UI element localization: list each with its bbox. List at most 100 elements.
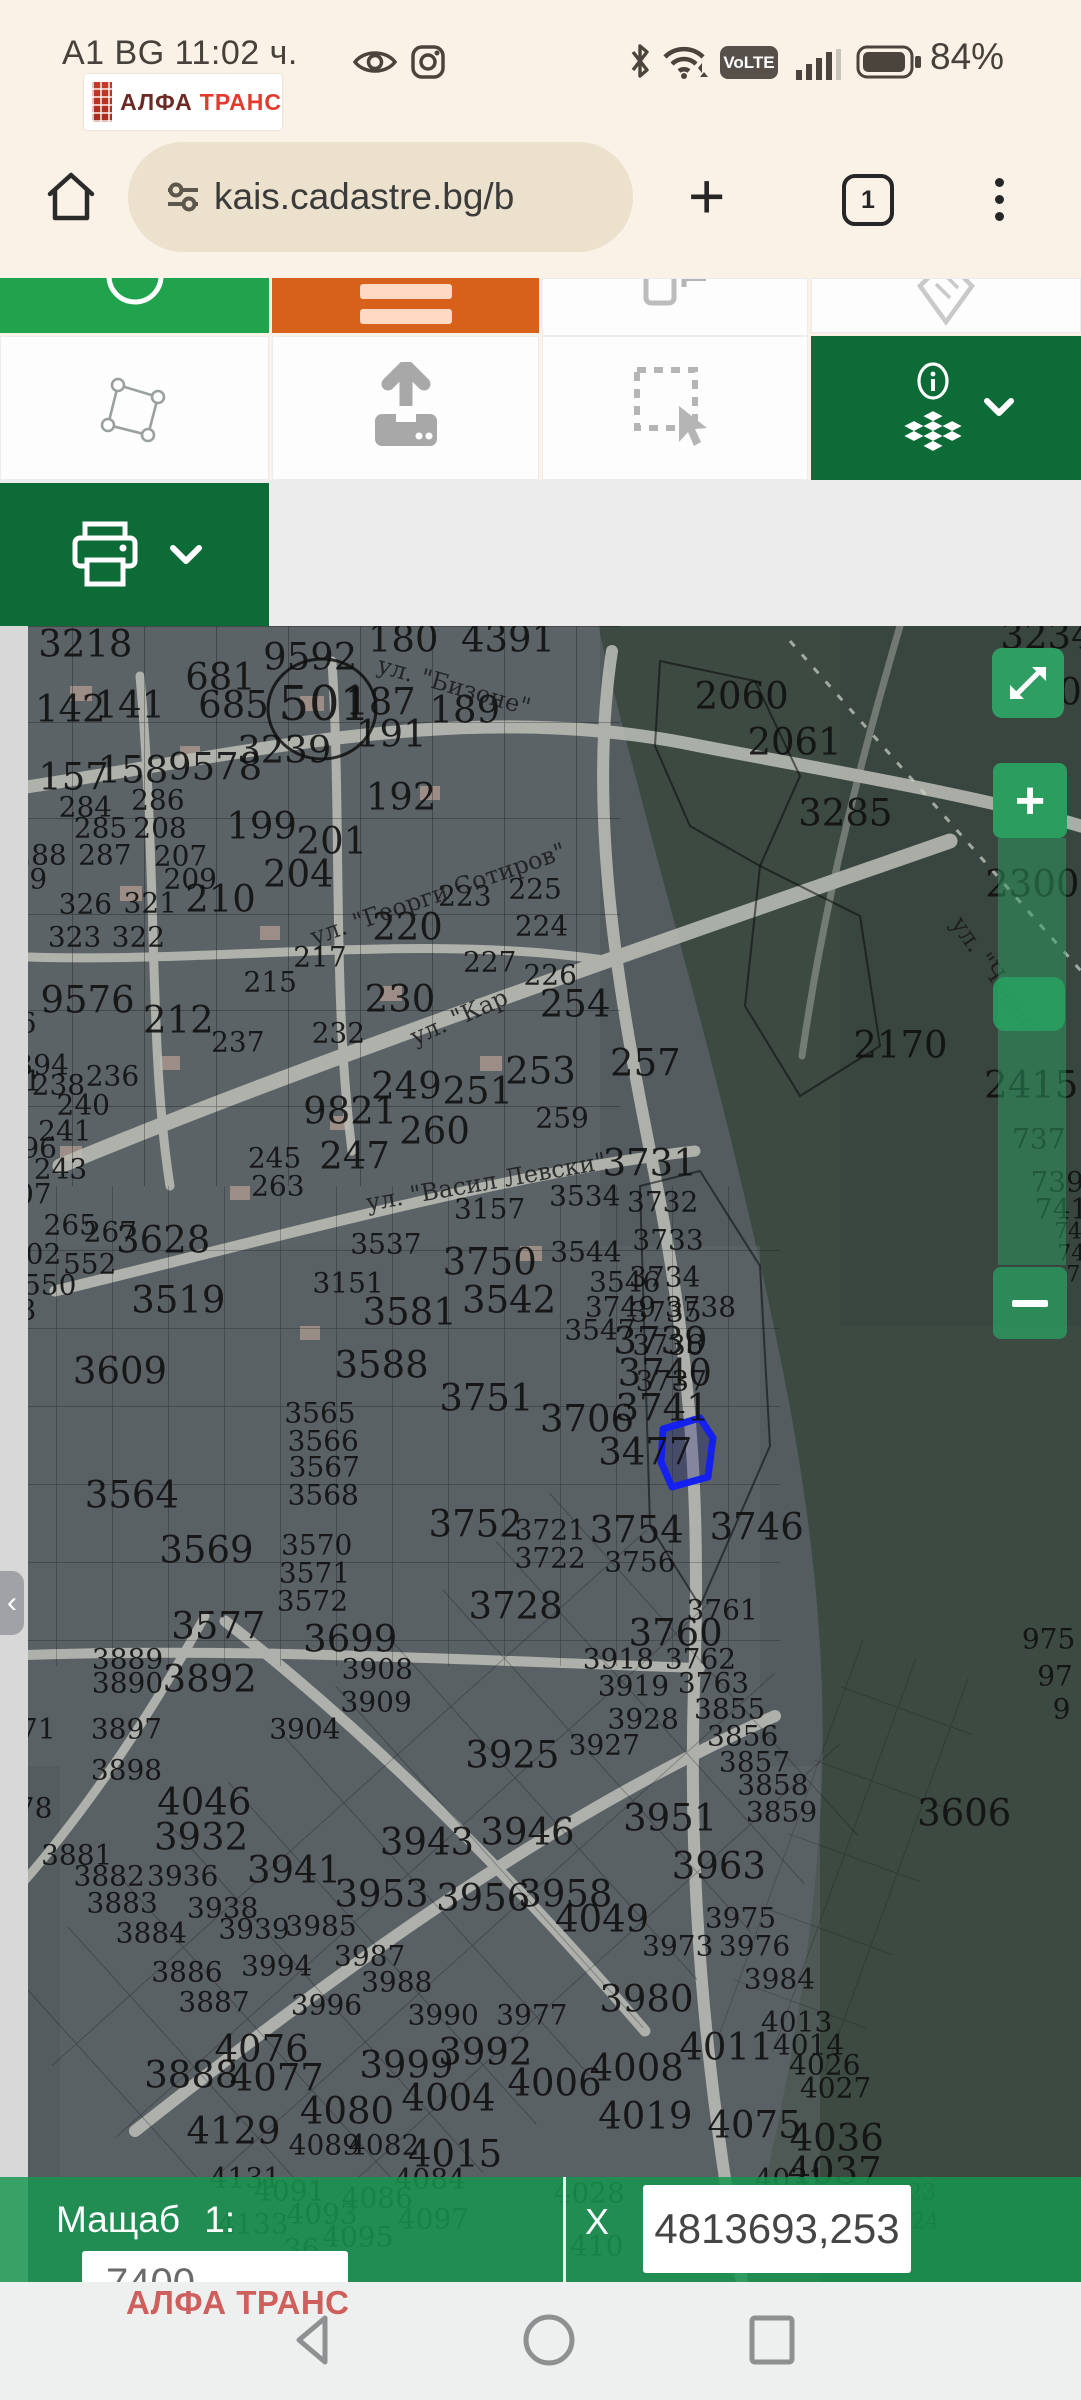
chevron-down-icon [987, 401, 1011, 413]
x-coordinate-label: X [585, 2201, 609, 2243]
parcel-label: 238 [32, 1068, 85, 1101]
tab-switcher-button[interactable]: 1 [842, 174, 894, 226]
parcel-label: 237 [211, 1025, 264, 1058]
parcel-label: 3887 [178, 1986, 249, 2019]
parcel-label: 975 [1022, 1623, 1075, 1656]
parcel-labels-layer: 3218180439195926815011421416851871891913… [0, 626, 1081, 2282]
parcel-label: 3990 [408, 1999, 479, 2032]
parcel-label: 3886 [151, 1956, 222, 1989]
zoom-slider-track[interactable] [998, 838, 1066, 1265]
parcel-label: 3888 [144, 2054, 238, 2097]
parcel-label: 253 [505, 1050, 576, 1093]
zoom-slider-handle[interactable] [993, 977, 1065, 1031]
marquee-select-icon [627, 360, 723, 456]
parcel-label: 7 [1066, 1263, 1080, 1288]
x-coordinate-input[interactable]: 4813693,253 [643, 2185, 911, 2273]
full-extent-button[interactable] [992, 648, 1064, 718]
panel-expand-handle[interactable]: ‹ [0, 1571, 24, 1635]
parcel-label: 3537 [350, 1227, 421, 1260]
print-row [0, 480, 1081, 626]
parcel-label: 3919 [598, 1669, 669, 1702]
parcel-label: 322 [112, 921, 165, 954]
scale-coordinate-bar: Мащаб 1: 7400 X 4813693,253 [0, 2177, 1081, 2282]
bluetooth-icon [628, 42, 652, 80]
print-button[interactable] [0, 483, 269, 626]
battery-percentage: 84% [930, 36, 1004, 78]
parcel-label: 3963 [672, 1845, 766, 1888]
polygon-icon [92, 365, 178, 451]
browser-menu-button[interactable] [995, 170, 1005, 229]
building-icon [92, 82, 112, 122]
parcel-label: 3976 [719, 1929, 790, 1962]
map-canvas[interactable]: 3218180439195926815011421416851871891913… [0, 626, 1081, 2282]
toolbar-report-button[interactable] [542, 278, 808, 336]
parcel-label: 3733 [632, 1224, 703, 1257]
parcel-label: 4019 [598, 2095, 692, 2138]
parcel-label: 4129 [186, 2110, 280, 2153]
parcel-label: 191 [356, 712, 427, 755]
wifi-icon [662, 42, 710, 82]
bar-divider [563, 2177, 566, 2282]
parcel-label: 4049 [555, 1898, 649, 1941]
parcel-label: 204 [263, 853, 334, 896]
parcel-label: 3946 [480, 1810, 574, 1853]
scale-input[interactable]: 7400 [82, 2251, 348, 2282]
parcel-label: 3728 [469, 1585, 563, 1628]
parcel-label: 3734 [629, 1260, 700, 1293]
parcel-label: 3980 [599, 1977, 693, 2020]
parcel-label: 3746 [710, 1505, 804, 1548]
parcel-label: 3542 [462, 1278, 556, 1321]
toolbar-layers-button[interactable] [811, 336, 1081, 480]
parcel-label: 3564 [85, 1474, 179, 1517]
toolbar-measure-button[interactable] [811, 278, 1081, 333]
new-tab-button[interactable]: + [688, 156, 725, 236]
site-settings-icon[interactable] [164, 178, 202, 216]
parcel-label: 3738 [665, 1290, 736, 1323]
parcel-label: 3569 [159, 1529, 253, 1572]
toolbar-upload-button[interactable] [272, 336, 539, 480]
parcel-label: 3988 [361, 1966, 432, 1999]
parcel-label: 3943 [380, 1820, 474, 1863]
home-button[interactable] [42, 166, 100, 228]
parcel-label: 3932 [154, 1815, 248, 1858]
parcel-label: 3884 [116, 1916, 187, 1949]
chevron-down-icon [169, 544, 203, 566]
zoom-in-button[interactable]: + [993, 763, 1067, 838]
parcel-label: 210 [185, 878, 256, 921]
circle-icon [103, 278, 167, 333]
parcel-label: 3883 [87, 1886, 158, 1919]
document-flag-icon [630, 278, 720, 329]
toolbar-select-button[interactable] [542, 336, 808, 480]
instagram-icon [410, 44, 446, 80]
parcel-label: 215 [244, 966, 297, 999]
parcel-label: 3749 [585, 1290, 656, 1323]
parcel-label: 3722 [515, 1542, 586, 1575]
tab-count: 1 [861, 186, 875, 215]
toolbar-menu-button[interactable] [272, 278, 539, 333]
toolbar-polygon-button[interactable] [0, 336, 269, 480]
eye-icon [352, 46, 398, 78]
parcel-label: 2061 [747, 720, 841, 763]
parcel-label: 3751 [439, 1376, 533, 1419]
parcel-label: 3756 [604, 1545, 675, 1578]
parcel-label: 3925 [465, 1734, 559, 1777]
nav-back-button[interactable] [287, 2312, 341, 2368]
parcel-label: 3984 [744, 1962, 815, 1995]
battery-icon [856, 44, 924, 80]
zoom-out-button[interactable] [993, 1267, 1067, 1339]
parcel-label: 326 [59, 888, 112, 921]
parcel-label: 3897 [91, 1712, 162, 1745]
parcel-label: 4075 [707, 2103, 801, 2146]
toolbar-home-button[interactable] [0, 278, 269, 333]
url-bar[interactable]: kais.cadastre.bg/b [128, 142, 633, 252]
nav-recents-button[interactable] [744, 2312, 800, 2368]
parcel-label: 4008 [590, 2047, 684, 2090]
collapsed-panel-strip [0, 626, 28, 2282]
parcel-label: 224 [515, 909, 568, 942]
nav-home-button[interactable] [521, 2312, 577, 2368]
parcel-label: 3956 [436, 1876, 530, 1919]
url-text[interactable]: kais.cadastre.bg/b [214, 176, 514, 218]
parcel-label: 3577 [171, 1605, 265, 1648]
android-nav-bar: АЛФА ТРАНС [0, 2282, 1081, 2400]
parcel-label: 3898 [91, 1754, 162, 1787]
